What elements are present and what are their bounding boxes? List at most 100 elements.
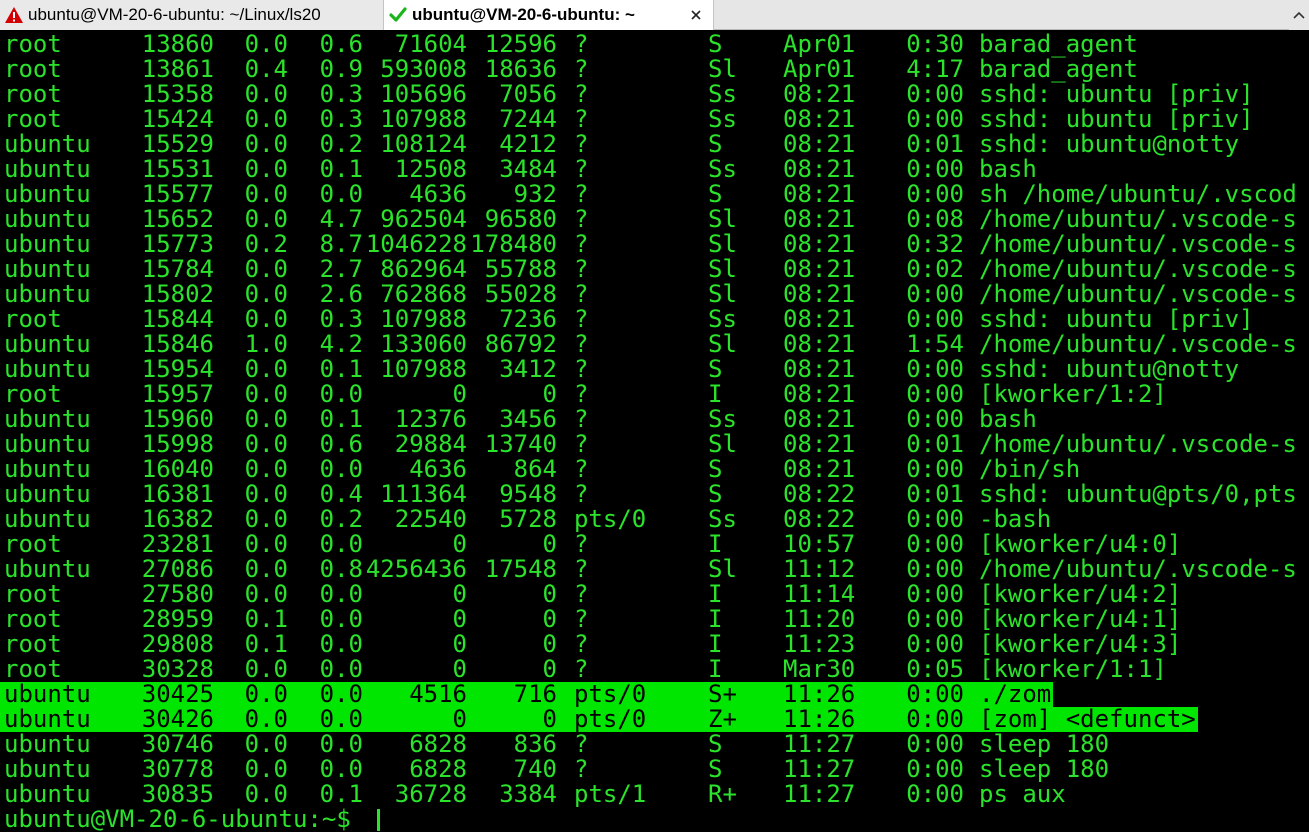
cell-cpu: 0.0 xyxy=(244,130,288,158)
cell-time: 0:00 xyxy=(906,730,964,758)
cell-stat: Sl xyxy=(708,205,737,233)
cell-tty: ? xyxy=(574,330,589,358)
cell-time: 0:00 xyxy=(906,580,964,608)
cell-start: 08:21 xyxy=(783,355,856,383)
cell-time: 0:05 xyxy=(906,655,964,683)
cell-start: 11:20 xyxy=(783,605,856,633)
cell-cpu: 0.0 xyxy=(244,530,288,558)
cell-time: 0:00 xyxy=(906,680,964,708)
cell-rss: 17548 xyxy=(484,555,557,583)
cell-pid: 29808 xyxy=(141,630,214,658)
cell-cpu: 0.0 xyxy=(244,555,288,583)
process-row: ubuntu 15531 0.0 0.1 12508 3484? Ss 08:21 0:00 ba… xyxy=(0,157,1309,182)
cell-rss: 3384 xyxy=(499,780,557,808)
cell-mem: 0.4 xyxy=(319,480,363,508)
cell-mem: 4.2 xyxy=(319,330,363,358)
cell-pid: 15957 xyxy=(141,380,214,408)
cell-mem: 0.0 xyxy=(319,605,363,633)
process-row: ubuntu 15846 1.0 4.2 133060 86792? Sl 08:21 1:54… xyxy=(0,332,1309,357)
cell-stat: Ss xyxy=(708,405,737,433)
cell-rss: 7056 xyxy=(499,80,557,108)
tab-home-session[interactable]: ubuntu@VM-20-6-ubuntu: ~ xyxy=(384,0,714,30)
process-row: ubuntu 15773 0.2 8.7 1046228 178480? Sl 08:21 0:… xyxy=(0,232,1309,257)
cell-user: ubuntu xyxy=(4,755,91,783)
cell-rss: 0 xyxy=(542,380,557,408)
terminal-window: ubuntu@VM-20-6-ubuntu: ~/Linux/ls20 ubun… xyxy=(0,0,1309,832)
cell-pid: 15773 xyxy=(141,230,214,258)
cell-tty: ? xyxy=(574,655,589,683)
cell-stat: S+ xyxy=(708,680,737,708)
cell-tty: ? xyxy=(574,180,589,208)
cell-tty: ? xyxy=(574,255,589,283)
cell-tty: ? xyxy=(574,105,589,133)
cell-mem: 0.0 xyxy=(319,755,363,783)
cell-vsz: 6828 xyxy=(409,730,467,758)
cell-pid: 15998 xyxy=(141,430,214,458)
terminal-output[interactable]: root 13860 0.0 0.6 71604 12596? S Apr01 0:30 bara… xyxy=(0,30,1309,832)
cell-user: ubuntu xyxy=(4,780,91,808)
cell-time: 0:30 xyxy=(906,30,964,58)
cell-start: 08:21 xyxy=(783,280,856,308)
cell-user: root xyxy=(4,80,62,108)
cell-start: 08:21 xyxy=(783,305,856,333)
cell-start: Mar30 xyxy=(783,655,856,683)
cell-stat: I xyxy=(708,630,723,658)
cell-rss: 0 xyxy=(542,630,557,658)
shell-prompt-line[interactable]: ubuntu@VM-20-6-ubuntu:~$ xyxy=(0,807,1309,832)
cell-mem: 0.0 xyxy=(319,455,363,483)
cell-vsz: 71604 xyxy=(394,30,467,58)
cell-tty: ? xyxy=(574,280,589,308)
cell-rss: 5728 xyxy=(499,505,557,533)
cell-vsz: 105696 xyxy=(380,80,467,108)
cell-mem: 0.0 xyxy=(319,680,363,708)
process-row: ubuntu 16381 0.0 0.4 111364 9548? S 08:22 0:01 ss… xyxy=(0,482,1309,507)
process-row: ubuntu 27086 0.0 0.8 4256436 17548? Sl 11:12 0:0… xyxy=(0,557,1309,582)
cell-rss: 3412 xyxy=(499,355,557,383)
cell-cpu: 0.0 xyxy=(244,680,288,708)
cell-rss: 716 xyxy=(513,680,557,708)
cell-mem: 0.0 xyxy=(319,180,363,208)
cell-user: ubuntu xyxy=(4,455,91,483)
cell-rss: 0 xyxy=(542,655,557,683)
cell-cpu: 0.0 xyxy=(244,405,288,433)
cell-start: 08:21 xyxy=(783,405,856,433)
cell-command: [kworker/u4:2] xyxy=(979,580,1182,608)
tab-ls20-session[interactable]: ubuntu@VM-20-6-ubuntu: ~/Linux/ls20 xyxy=(0,0,384,30)
cell-start: 08:21 xyxy=(783,455,856,483)
cell-cpu: 0.1 xyxy=(244,605,288,633)
cell-start: 08:22 xyxy=(783,480,856,508)
cell-pid: 30425 xyxy=(141,680,214,708)
tab-scroll-up-icon[interactable] xyxy=(1289,0,1309,30)
cell-start: 08:22 xyxy=(783,505,856,533)
process-row: root 30328 0.0 0.0 0 0? I Mar30 0:05 [kworker/1:1… xyxy=(0,657,1309,682)
cell-vsz: 0 xyxy=(452,630,467,658)
cell-tty: ? xyxy=(574,55,589,83)
cell-pid: 27086 xyxy=(141,555,214,583)
shell-prompt: ubuntu@VM-20-6-ubuntu:~$ xyxy=(4,805,366,832)
cell-rss: 7244 xyxy=(499,105,557,133)
cell-stat: Sl xyxy=(708,555,737,583)
cell-tty: ? xyxy=(574,430,589,458)
cell-tty: pts/0 xyxy=(574,680,647,708)
cell-user: root xyxy=(4,530,62,558)
cell-rss: 18636 xyxy=(484,55,557,83)
cell-time: 0:32 xyxy=(906,230,964,258)
process-row: root 27580 0.0 0.0 0 0? I 11:14 0:00 [kworker/u4:… xyxy=(0,582,1309,607)
cell-rss: 932 xyxy=(513,180,557,208)
cell-tty: ? xyxy=(574,380,589,408)
cell-pid: 13861 xyxy=(141,55,214,83)
cell-pid: 15960 xyxy=(141,405,214,433)
cell-vsz: 108124 xyxy=(380,130,467,158)
cell-rss: 96580 xyxy=(484,205,557,233)
cell-rss: 12596 xyxy=(484,30,557,58)
cell-pid: 15784 xyxy=(141,255,214,283)
cell-pid: 30328 xyxy=(141,655,214,683)
process-row: ubuntu 15652 0.0 4.7 962504 96580? Sl 08:21 0:08… xyxy=(0,207,1309,232)
cell-tty: ? xyxy=(574,230,589,258)
close-icon[interactable] xyxy=(685,4,707,26)
cell-start: 08:21 xyxy=(783,80,856,108)
text-cursor xyxy=(377,809,380,831)
cell-stat: S xyxy=(708,180,723,208)
process-row: ubuntu 15529 0.0 0.2 108124 4212? S 08:21 0:01 ss… xyxy=(0,132,1309,157)
cell-tty: ? xyxy=(574,80,589,108)
